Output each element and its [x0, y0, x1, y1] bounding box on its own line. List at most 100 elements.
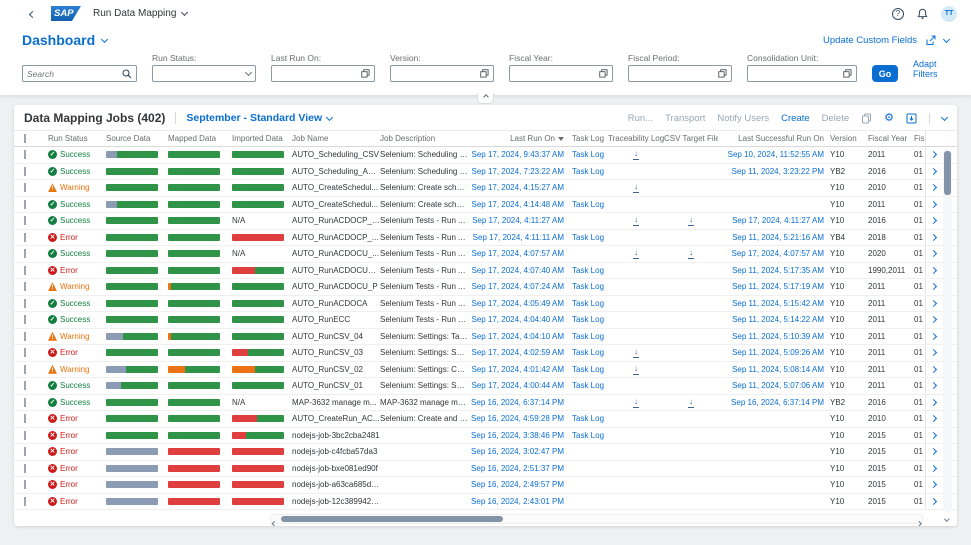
scroll-left-arrow-icon[interactable]	[273, 517, 277, 526]
table-row[interactable]: ✕Error AUTO_CreateRun_AC... Selenium: Cr…	[14, 411, 957, 428]
row-navigate-chevron-right-icon[interactable]	[930, 366, 937, 373]
traceability-log-download-icon[interactable]: ↓	[633, 183, 639, 193]
adapt-filters-link[interactable]: Adapt Filters	[913, 59, 949, 79]
consolidation-unit-field[interactable]	[747, 65, 857, 82]
row-navigate-chevron-right-icon[interactable]	[930, 448, 937, 455]
task-log-link[interactable]: Task Log	[572, 150, 604, 159]
row-navigate-chevron-right-icon[interactable]	[930, 217, 937, 224]
col-last-run-on[interactable]: Last Run On	[468, 134, 568, 143]
user-avatar[interactable]: TT	[941, 6, 957, 22]
row-navigate-chevron-right-icon[interactable]	[930, 432, 937, 439]
row-checkbox[interactable]	[24, 233, 26, 242]
table-row[interactable]: ✓Success N/A AUTO_RunACDOCU_... Selenium…	[14, 246, 957, 263]
last-successful-run-on-link[interactable]: Sep 11, 2024, 5:10:39 AM	[732, 332, 824, 341]
task-log-link[interactable]: Task Log	[572, 381, 604, 390]
col-job-description[interactable]: Job Description	[380, 134, 468, 143]
col-imported-data[interactable]: Imported Data	[232, 134, 292, 143]
row-navigate-chevron-right-icon[interactable]	[930, 316, 937, 323]
last-run-on-link[interactable]: Sep 16, 2024, 4:59:28 PM	[471, 414, 564, 423]
create-button[interactable]: Create	[781, 113, 810, 124]
app-title-chevron-down-icon[interactable]	[181, 9, 188, 16]
row-checkbox[interactable]	[24, 447, 26, 456]
collapse-filter-bar-button[interactable]	[477, 93, 494, 104]
last-run-on-link[interactable]: Sep 17, 2024, 4:07:57 AM	[471, 249, 564, 258]
last-run-on-link[interactable]: Sep 17, 2024, 4:05:49 AM	[471, 299, 564, 308]
scroll-right-arrow-icon[interactable]	[917, 517, 921, 526]
fiscal-period-field[interactable]	[628, 65, 732, 82]
row-navigate-chevron-right-icon[interactable]	[930, 399, 937, 406]
last-successful-run-on-link[interactable]: Sep 11, 2024, 5:17:19 AM	[732, 282, 824, 291]
help-icon[interactable]: ?	[892, 8, 904, 20]
table-row[interactable]: ✕Error AUTO_RunACDOCU_Ch Selenium Tests …	[14, 263, 957, 280]
last-successful-run-on-link[interactable]: Sep 16, 2024, 6:37:14 PM	[731, 398, 824, 407]
row-checkbox[interactable]	[24, 266, 26, 275]
value-help-icon[interactable]	[843, 69, 852, 78]
task-log-link[interactable]: Task Log	[572, 200, 604, 209]
task-log-link[interactable]: Task Log	[572, 431, 604, 440]
col-source-data[interactable]: Source Data	[106, 134, 168, 143]
task-log-link[interactable]: Task Log	[572, 233, 604, 242]
table-row[interactable]: ✕Error nodejs-job-c4fcba57da3 Sep 16, 20…	[14, 444, 957, 461]
row-navigate-chevron-right-icon[interactable]	[930, 382, 937, 389]
header-menu-chevron-down-icon[interactable]	[943, 35, 950, 42]
table-row[interactable]: ✕Error nodejs-job-12c389942e1 Sep 16, 20…	[14, 494, 957, 511]
value-help-icon[interactable]	[480, 69, 489, 78]
row-navigate-chevron-right-icon[interactable]	[930, 465, 937, 472]
last-run-on-link[interactable]: Sep 17, 2024, 4:14:48 AM	[471, 200, 564, 209]
search-input[interactable]: Search	[22, 65, 137, 82]
last-successful-run-on-link[interactable]: Sep 11, 2024, 5:17:35 AM	[732, 266, 824, 275]
row-navigate-chevron-right-icon[interactable]	[930, 168, 937, 175]
last-run-on-link[interactable]: Sep 16, 2024, 2:49:57 PM	[471, 480, 564, 489]
last-successful-run-on-link[interactable]: Sep 11, 2024, 5:08:14 AM	[732, 365, 824, 374]
back-icon[interactable]	[30, 9, 35, 19]
row-navigate-chevron-right-icon[interactable]	[930, 234, 937, 241]
last-run-on-link[interactable]: Sep 16, 2024, 3:02:47 PM	[471, 447, 564, 456]
row-checkbox[interactable]	[24, 332, 26, 341]
col-traceability-log[interactable]: Traceability Log	[608, 134, 664, 143]
horizontal-scrollbar[interactable]	[270, 514, 923, 524]
col-fiscal-year[interactable]: Fiscal Year	[868, 134, 914, 143]
table-row[interactable]: ✕Error nodejs-job-3bc2cba2481 Sep 16, 20…	[14, 428, 957, 445]
row-checkbox[interactable]	[24, 249, 26, 258]
last-run-on-link[interactable]: Sep 17, 2024, 4:15:27 AM	[471, 183, 564, 192]
last-successful-run-on-link[interactable]: Sep 11, 2024, 5:09:26 AM	[732, 348, 824, 357]
row-checkbox[interactable]	[24, 200, 26, 209]
delete-button[interactable]: Delete	[822, 113, 849, 124]
last-run-on-link[interactable]: Sep 16, 2024, 2:51:37 PM	[471, 464, 564, 473]
row-navigate-chevron-right-icon[interactable]	[930, 481, 937, 488]
row-navigate-chevron-right-icon[interactable]	[930, 349, 937, 356]
table-row[interactable]: !Warning AUTO_RunCSV_04 Selenium: Settin…	[14, 329, 957, 346]
task-log-link[interactable]: Task Log	[572, 266, 604, 275]
csv-target-file-download-icon[interactable]: ↓	[688, 249, 694, 259]
table-row[interactable]: ✕Error nodejs-job-a63ca685ded Sep 16, 20…	[14, 477, 957, 494]
last-run-on-link[interactable]: Sep 17, 2024, 4:04:40 AM	[471, 315, 564, 324]
last-successful-run-on-link[interactable]: Sep 11, 2024, 3:23:22 PM	[732, 167, 824, 176]
task-log-link[interactable]: Task Log	[572, 414, 604, 423]
row-navigate-chevron-right-icon[interactable]	[930, 201, 937, 208]
traceability-log-download-icon[interactable]: ↓	[633, 398, 639, 408]
task-log-link[interactable]: Task Log	[572, 332, 604, 341]
notifications-bell-icon[interactable]	[917, 8, 928, 20]
row-navigate-chevron-right-icon[interactable]	[930, 333, 937, 340]
col-fiscal-period[interactable]: Fiscal Period	[914, 134, 925, 143]
traceability-log-download-icon[interactable]: ↓	[633, 249, 639, 259]
row-checkbox[interactable]	[24, 414, 26, 423]
table-row[interactable]: ✕Error AUTO_RunCSV_03 Selenium: Settings…	[14, 345, 957, 362]
task-log-link[interactable]: Task Log	[572, 167, 604, 176]
col-last-successful-run-on[interactable]: Last Successful Run On	[718, 134, 830, 143]
vertical-scrollbar-thumb[interactable]	[944, 151, 951, 195]
table-row[interactable]: ✕Error AUTO_RunACDOCP_... Selenium Tests…	[14, 230, 957, 247]
search-icon[interactable]	[122, 69, 132, 79]
table-row[interactable]: ✓Success AUTO_RunACDOCA Selenium Tests -…	[14, 296, 957, 313]
go-button[interactable]: Go	[872, 65, 898, 82]
last-run-on-link[interactable]: Sep 16, 2024, 6:37:14 PM	[471, 398, 564, 407]
traceability-log-download-icon[interactable]: ↓	[633, 216, 639, 226]
last-run-on-link[interactable]: Sep 17, 2024, 7:23:22 AM	[471, 167, 564, 176]
col-version[interactable]: Version	[830, 134, 868, 143]
update-custom-fields-link[interactable]: Update Custom Fields	[823, 35, 917, 46]
share-icon[interactable]	[925, 35, 936, 46]
last-run-on-link[interactable]: Sep 17, 2024, 4:04:10 AM	[471, 332, 564, 341]
last-successful-run-on-link[interactable]: Sep 11, 2024, 5:07:06 AM	[732, 381, 824, 390]
last-successful-run-on-link[interactable]: Sep 17, 2024, 4:11:27 AM	[732, 216, 824, 225]
table-row[interactable]: ✓Success AUTO_CreateSchedul... Selenium:…	[14, 197, 957, 214]
